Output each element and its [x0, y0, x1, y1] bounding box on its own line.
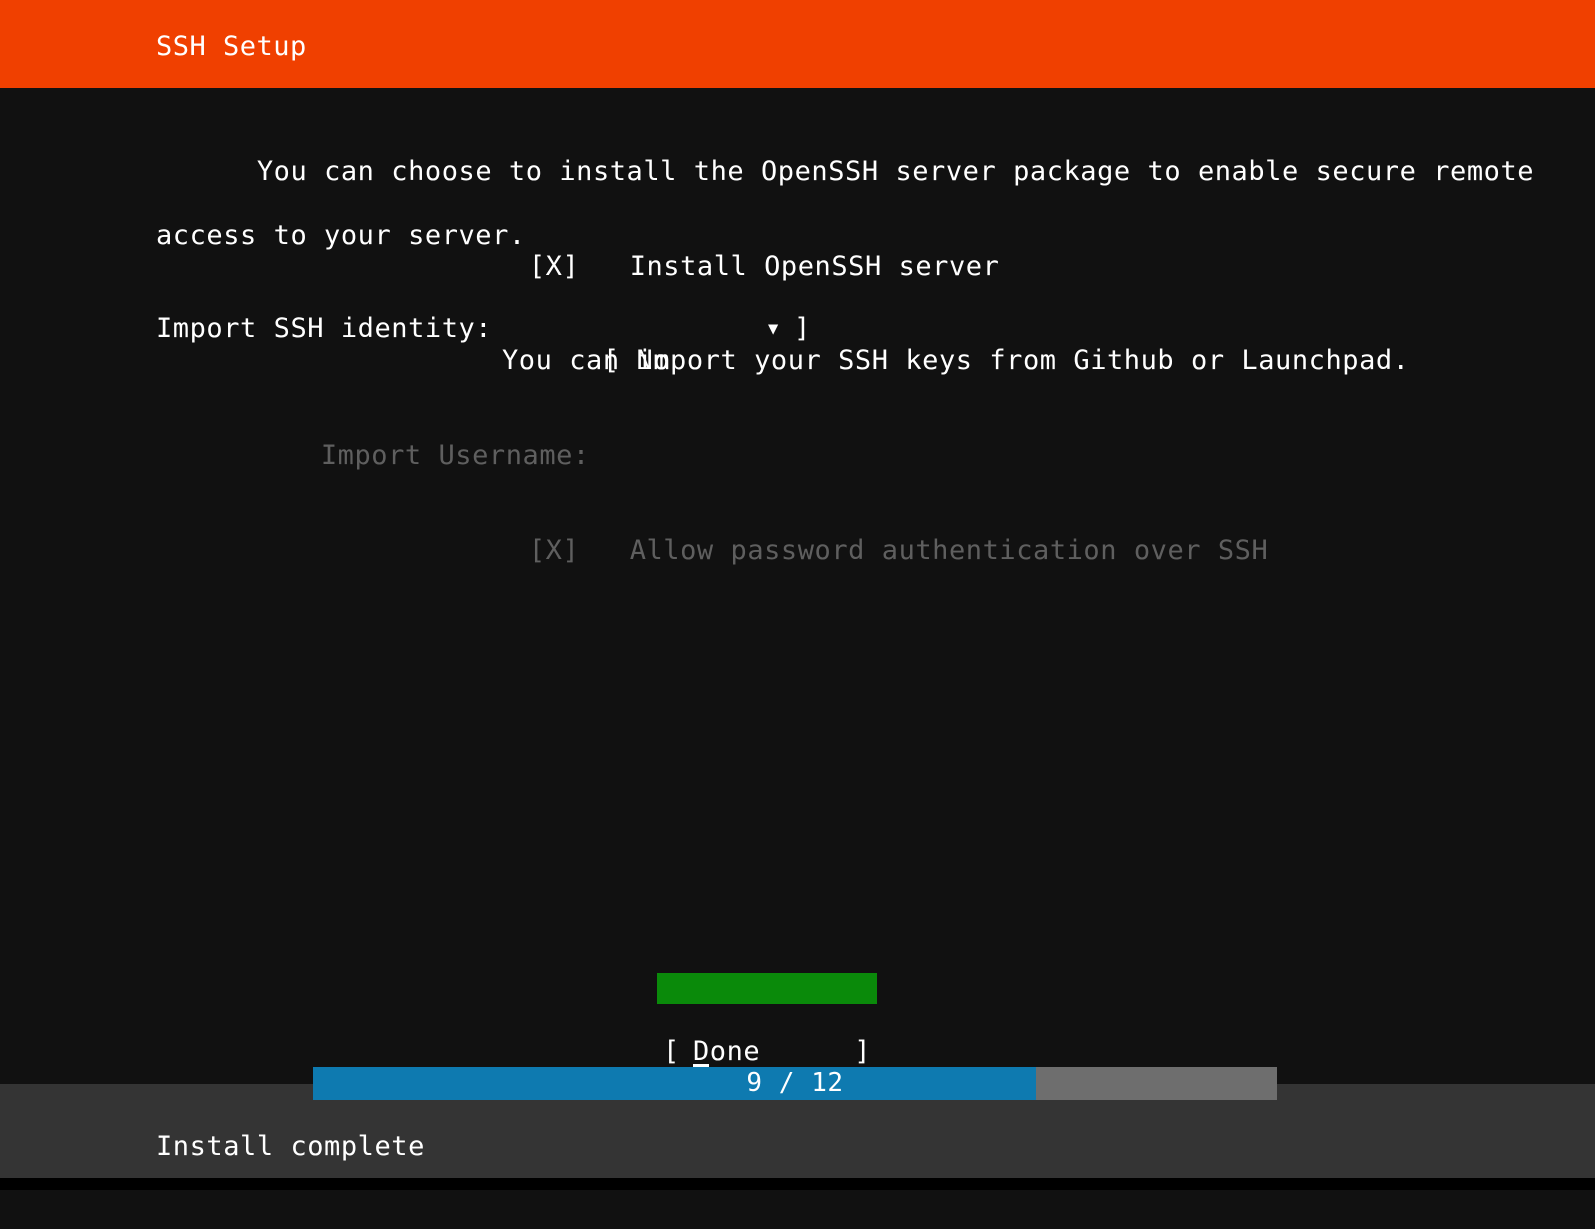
install-openssh-label: Install OpenSSH server [629, 251, 1000, 282]
main-content: You can choose to install the OpenSSH se… [0, 88, 1595, 1099]
status-message: Install complete [156, 1131, 425, 1162]
page-title: SSH Setup [156, 31, 307, 62]
install-openssh-row[interactable]: [X] Install OpenSSH server [428, 219, 999, 315]
allow-password-auth-label: Allow password authentication over SSH [629, 535, 1269, 566]
allow-password-auth-checkbox[interactable]: [X] [529, 535, 579, 566]
import-identity-label: Import SSH identity: [156, 313, 493, 344]
installer-screen: SSH Setup You can choose to install the … [0, 0, 1595, 1190]
dropdown-close-bracket: ] [794, 313, 811, 344]
progress-bar-text: 9 / 12 [746, 1068, 844, 1098]
done-button[interactable]: [ Done ] [657, 973, 877, 1068]
progress-bar: 9 / 12 [313, 1067, 1277, 1100]
allow-password-auth-row[interactable]: [X] Allow password authentication over S… [428, 503, 1268, 599]
intro-line-1: You can choose to install the OpenSSH se… [256, 156, 1535, 187]
install-openssh-checkbox[interactable]: [X] [529, 251, 579, 282]
back-button[interactable]: [ Back ] [657, 1005, 877, 1099]
import-username-label: Import Username: [320, 440, 590, 471]
bottom-strip [0, 1178, 1595, 1190]
import-identity-help-text: You can import your SSH keys from Github… [502, 345, 1410, 376]
import-username-row[interactable]: Import Username: [220, 408, 590, 504]
header-bar: SSH Setup [0, 0, 1595, 88]
chevron-down-icon[interactable]: ▼ [768, 313, 778, 345]
